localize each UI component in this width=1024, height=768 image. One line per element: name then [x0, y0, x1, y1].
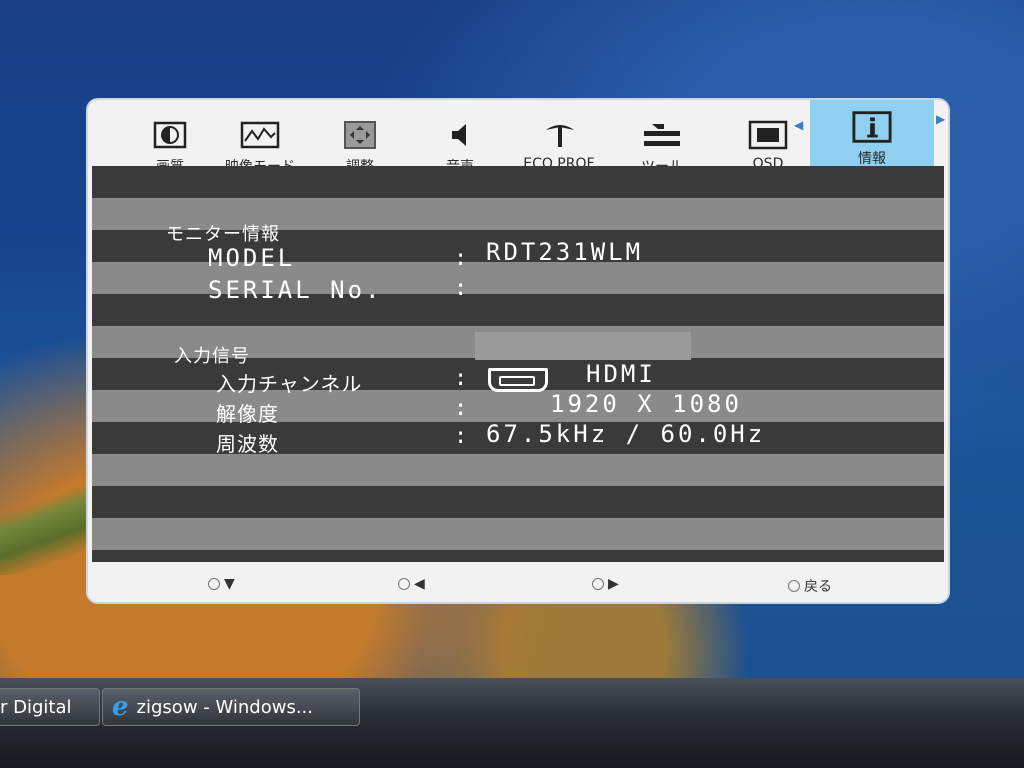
chevron-right-icon: ▶	[936, 112, 946, 126]
resolution-value: 1920 X 1080	[550, 390, 742, 418]
model-label: MODEL	[208, 244, 296, 272]
button-circle-icon	[398, 578, 410, 590]
taskbar-item-browser[interactable]: e zigsow - Windows...	[102, 688, 360, 726]
tab-label: 情報	[858, 151, 886, 167]
nav-right-button[interactable]: ▶	[592, 576, 619, 592]
down-arrow-icon: ▼	[224, 576, 235, 592]
nav-left-button[interactable]: ◀	[398, 576, 425, 592]
osd-menu: 画質 映像モード 調整 音声 ECO PROF.	[88, 100, 948, 602]
left-arrow-icon: ◀	[414, 576, 425, 592]
section-title-input-signal: 入力信号	[174, 346, 250, 367]
info-icon	[852, 110, 892, 144]
colon: :	[454, 366, 469, 391]
taskbar-item-digital[interactable]: r Digital	[0, 688, 100, 726]
taskbar: r Digital e zigsow - Windows...	[0, 678, 1024, 768]
contrast-icon	[150, 118, 190, 152]
adjust-icon	[340, 118, 380, 152]
colon: :	[454, 424, 469, 449]
chevron-left-icon: ◀	[794, 118, 804, 132]
speaker-icon	[440, 118, 480, 152]
serial-value-redacted	[475, 332, 691, 360]
taskbar-item-label: zigsow - Windows...	[136, 696, 313, 718]
button-circle-icon	[788, 580, 800, 592]
model-value: RDT231WLM	[486, 238, 644, 266]
frequency-value: 67.5kHz / 60.0Hz	[486, 420, 766, 448]
frequency-label: 周波数	[216, 432, 279, 456]
colon: :	[454, 396, 469, 421]
tool-icon	[642, 118, 682, 152]
colon: :	[454, 276, 469, 301]
input-channel-label: 入力チャンネル	[216, 372, 363, 396]
serial-label: SERIAL No.	[208, 276, 383, 304]
colon: :	[454, 246, 469, 271]
eco-icon	[540, 118, 580, 152]
section-title-monitor-info: モニター情報	[166, 224, 280, 245]
osd-bottom-bar: ▼ ◀ ▶ 戻る	[88, 570, 948, 602]
taskbar-item-label: r Digital	[0, 696, 72, 718]
right-arrow-icon: ▶	[608, 576, 619, 592]
osd-icon	[748, 118, 788, 152]
back-label: 戻る	[804, 579, 832, 595]
internet-explorer-icon: e	[112, 692, 129, 722]
nav-down-button[interactable]: ▼	[208, 576, 235, 592]
button-circle-icon	[592, 578, 604, 590]
back-button[interactable]: 戻る	[788, 576, 832, 596]
hdmi-connector-icon	[488, 366, 548, 392]
button-circle-icon	[208, 578, 220, 590]
resolution-label: 解像度	[216, 402, 279, 426]
input-channel-value: HDMI	[586, 360, 656, 388]
waveform-icon	[240, 118, 280, 152]
info-panel: モニター情報 MODEL : RDT231WLM SERIAL No. : 入力…	[92, 166, 944, 562]
